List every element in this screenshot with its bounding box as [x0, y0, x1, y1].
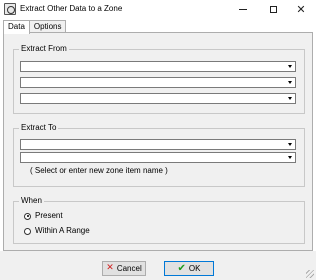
- extract-to-label: Extract To: [19, 123, 59, 133]
- zone-item-hint: ( Select or enter new zone item name ): [30, 166, 168, 175]
- tab-panel-data: Extract From Extract To ( Select or ente…: [3, 32, 313, 251]
- extract-to-group: Extract To ( Select or enter new zone it…: [13, 123, 305, 187]
- chevron-down-icon[interactable]: [284, 153, 295, 162]
- ok-label: OK: [188, 264, 201, 273]
- extract-to-combo-2[interactable]: [20, 152, 296, 163]
- extract-from-combo-1[interactable]: [20, 61, 296, 72]
- extract-from-combo-3[interactable]: [20, 93, 296, 104]
- chevron-down-icon[interactable]: [284, 94, 295, 103]
- ok-button[interactable]: ✔ OK: [164, 261, 214, 276]
- maximize-button[interactable]: [258, 0, 288, 19]
- extract-from-group: Extract From: [13, 44, 305, 114]
- close-button[interactable]: ✕: [286, 0, 316, 19]
- cancel-label: Cancel: [116, 264, 142, 273]
- checkmark-icon: ✔: [177, 262, 186, 274]
- close-icon: ✕: [296, 3, 306, 16]
- tab-data[interactable]: Data: [3, 20, 30, 34]
- maximize-icon: [269, 6, 277, 13]
- extract-from-label: Extract From: [19, 44, 69, 54]
- extract-to-combo-1[interactable]: [20, 139, 296, 150]
- chevron-down-icon[interactable]: [284, 140, 295, 149]
- window-title: Extract Other Data to a Zone: [20, 4, 123, 13]
- minimize-icon: [239, 9, 247, 10]
- cancel-button[interactable]: ✕ Cancel: [102, 261, 146, 276]
- cancel-icon: ✕: [106, 263, 114, 273]
- app-icon: [4, 3, 16, 15]
- radio-within-range-label: Within A Range: [35, 226, 90, 235]
- when-group: When Present Within A Range: [13, 196, 305, 244]
- extract-from-combo-2[interactable]: [20, 77, 296, 88]
- dialog-footer: ✕ Cancel ✔ OK: [0, 251, 316, 280]
- radio-present[interactable]: Present: [24, 211, 63, 221]
- chevron-down-icon[interactable]: [284, 62, 295, 71]
- radio-within-range[interactable]: Within A Range: [24, 226, 90, 236]
- radio-present-control[interactable]: [24, 212, 31, 220]
- when-label: When: [19, 196, 44, 206]
- minimize-button[interactable]: [228, 0, 258, 19]
- resize-grip-icon[interactable]: [306, 270, 314, 278]
- chevron-down-icon[interactable]: [284, 78, 295, 87]
- title-bar: Extract Other Data to a Zone ✕: [0, 0, 316, 19]
- radio-within-range-control[interactable]: [24, 227, 31, 235]
- radio-present-label: Present: [35, 211, 63, 220]
